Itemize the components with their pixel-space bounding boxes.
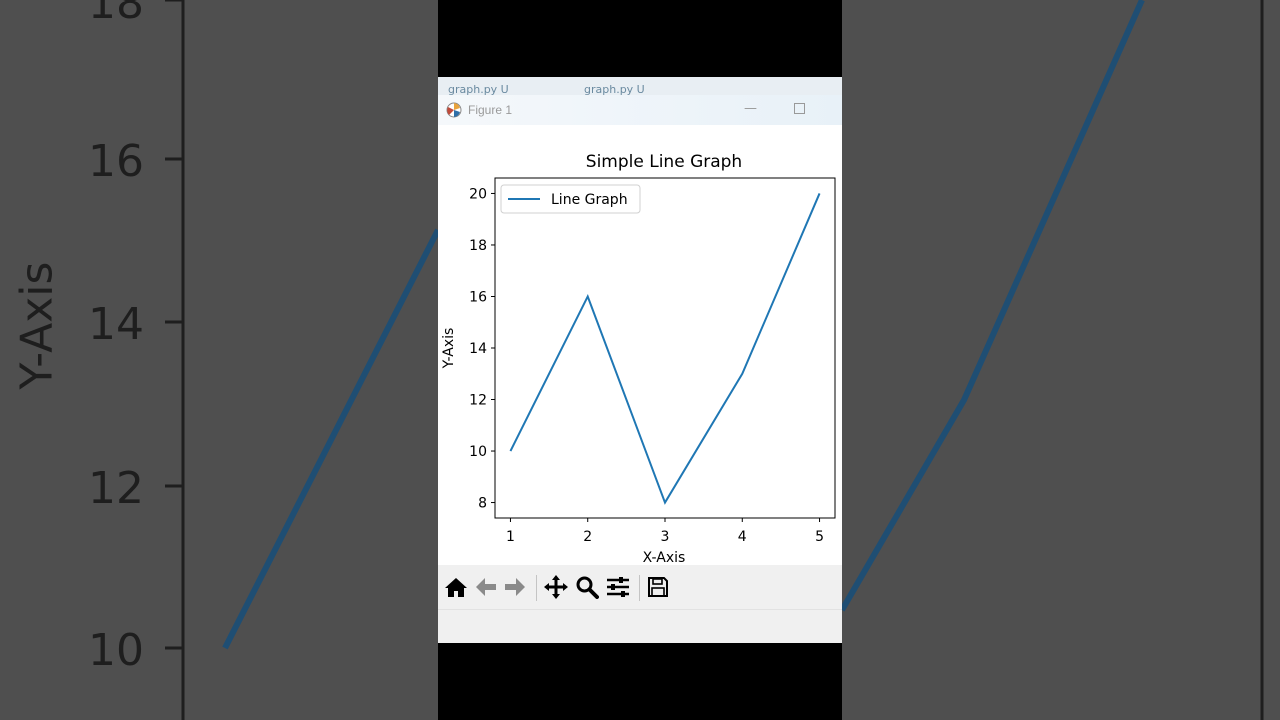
- background-right-panel: [842, 0, 1280, 720]
- plot-area: [494, 177, 836, 519]
- editor-tab-strip: graph.py U graph.py U: [438, 77, 842, 96]
- toolbar-separator: [536, 575, 537, 601]
- x-tick-label: 5: [815, 529, 824, 545]
- figure-window: graph.py U graph.py U Figure 1 — Simple …: [438, 77, 842, 643]
- line-chart: Simple Line Graph 8101214161820 12345 X-…: [441, 152, 836, 565]
- background-line-left: [222, 228, 438, 650]
- pan-button[interactable]: [542, 573, 570, 601]
- y-tick-label: 16: [469, 289, 487, 305]
- background-tick: 12: [88, 463, 144, 514]
- background-tick: 18: [88, 0, 144, 29]
- navigation-toolbar: [438, 565, 842, 609]
- x-axis-label: X-Axis: [643, 550, 686, 565]
- back-arrow-icon: [476, 578, 496, 596]
- background-y-axis-label: Y-Axis: [11, 261, 63, 390]
- y-tick-label: 18: [469, 238, 487, 254]
- y-tick-label: 10: [469, 444, 487, 460]
- configure-subplots-icon: [607, 577, 629, 597]
- back-button[interactable]: [472, 573, 500, 601]
- matplotlib-app-icon: [446, 102, 462, 118]
- y-tick-label: 14: [469, 341, 487, 357]
- background-tick: 14: [88, 299, 144, 350]
- figure-canvas[interactable]: Simple Line Graph 8 10 12 14 16 18 20 12345 X-…: [438, 125, 842, 565]
- x-ticks: 1 2 3 4 5: [506, 518, 824, 545]
- background-left-chart: [165, 0, 438, 720]
- background-left-panel: 18 16 14 12 10 Y-Axis: [0, 0, 438, 720]
- zoom-icon: [576, 576, 599, 599]
- save-button[interactable]: [644, 573, 672, 601]
- forward-arrow-icon: [505, 578, 525, 596]
- configure-subplots-button[interactable]: [604, 573, 632, 601]
- save-icon: [648, 577, 668, 597]
- home-icon: [445, 578, 467, 597]
- maximize-button[interactable]: [794, 103, 805, 114]
- status-bar: [438, 609, 842, 643]
- home-button[interactable]: [442, 573, 470, 601]
- x-tick-label: 2: [583, 529, 592, 545]
- y-tick-label: 12: [469, 393, 487, 409]
- forward-button[interactable]: [501, 573, 529, 601]
- chart-title: Simple Line Graph: [586, 152, 742, 172]
- x-tick-label: 4: [738, 529, 747, 545]
- y-axis-label: Y-Axis: [441, 328, 457, 370]
- y-ticks: 8 10 12 14 16 18 20: [469, 186, 495, 512]
- legend: Line Graph: [500, 184, 641, 214]
- minimize-button[interactable]: —: [744, 101, 758, 116]
- background-line-right: [842, 0, 1145, 612]
- window-titlebar[interactable]: Figure 1 —: [438, 95, 842, 125]
- pan-icon: [544, 575, 568, 599]
- background-tick: 10: [88, 625, 144, 676]
- background-tick: 16: [88, 136, 144, 187]
- toolbar-separator: [639, 575, 640, 601]
- y-tick-label: 8: [478, 496, 487, 512]
- x-tick-label: 3: [661, 529, 670, 545]
- window-title: Figure 1: [468, 103, 513, 117]
- y-tick-label: 20: [469, 186, 487, 202]
- background-right-chart: [842, 0, 1264, 720]
- x-tick-label: 1: [506, 529, 515, 545]
- legend-label: Line Graph: [551, 192, 628, 208]
- zoom-button[interactable]: [573, 573, 601, 601]
